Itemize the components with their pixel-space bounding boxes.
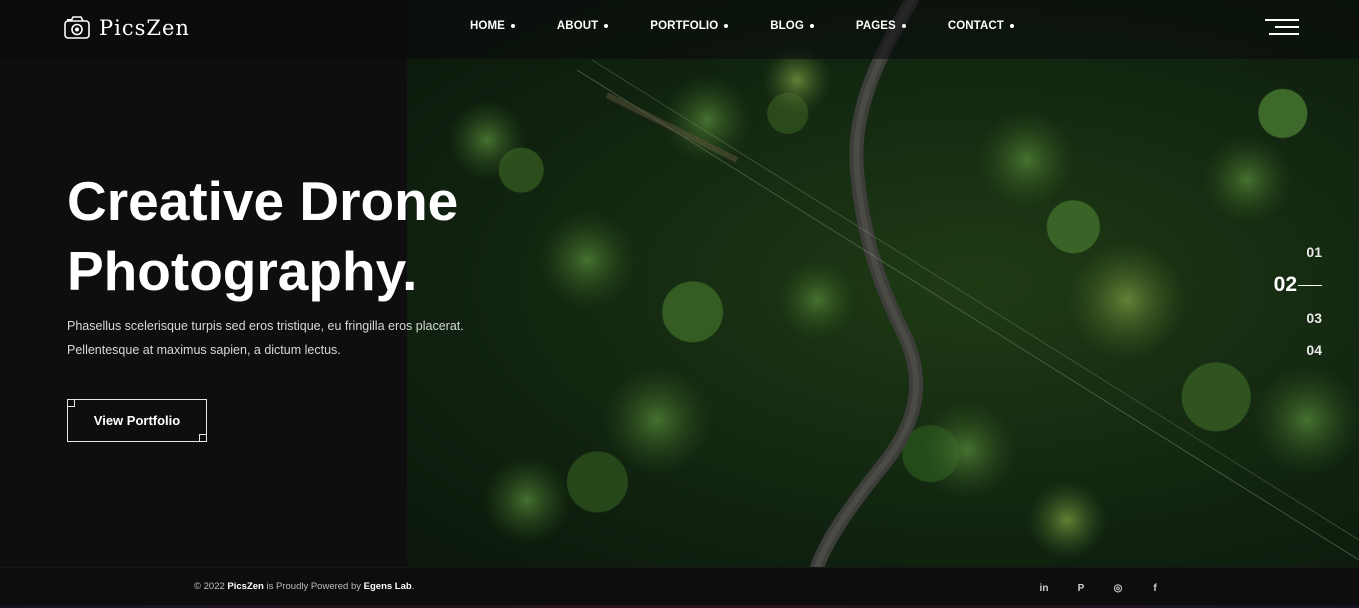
dot-icon — [1009, 24, 1014, 28]
footer: © 2022 PicsZen is Proudly Powered by Ege… — [0, 567, 1359, 608]
hero-description-line-1: Phasellus scelerisque turpis sed eros tr… — [67, 319, 464, 333]
nav-item-label: BLOG — [770, 20, 804, 32]
nav-item-label: HOME — [470, 20, 505, 32]
button-corner-decoration — [199, 434, 207, 442]
linkedin-icon[interactable]: in — [1036, 580, 1052, 596]
nav-item-label: CONTACT — [947, 20, 1004, 32]
pager-item-03[interactable]: 03 — [1306, 310, 1322, 326]
instagram-icon[interactable]: ◎ — [1110, 580, 1126, 596]
page: PicsZen HOME ABOUT PORTFOLIO BLOG PAGES … — [0, 0, 1359, 608]
hamburger-menu-icon[interactable] — [1265, 19, 1299, 37]
nav-item-label: ABOUT — [556, 20, 599, 32]
hero-title-line-1: Creative Drone — [67, 170, 459, 232]
button-corner-decoration — [67, 399, 75, 407]
hero-title-line-2: Photography. — [67, 240, 418, 302]
brand-name: PicsZen — [99, 16, 190, 40]
dot-icon — [724, 24, 729, 28]
hero-description: Phasellus scelerisque turpis sed eros tr… — [67, 314, 487, 362]
facebook-icon[interactable]: f — [1147, 580, 1163, 596]
dot-icon — [901, 24, 906, 28]
pager-item-02-active[interactable]: 02 — [1274, 273, 1322, 297]
nav-item-home[interactable]: HOME — [470, 20, 515, 32]
dot-icon — [604, 24, 609, 28]
nav-item-label: PAGES — [855, 20, 896, 32]
dot-icon — [510, 24, 515, 28]
pager-number: 01 — [1306, 244, 1322, 260]
camera-icon — [64, 16, 90, 39]
nav-item-portfolio[interactable]: PORTFOLIO — [650, 20, 729, 32]
powered-by-link[interactable]: Egens Lab — [364, 581, 412, 592]
copyright-suffix: . — [411, 581, 415, 592]
social-links: in P ◎ f — [1036, 580, 1163, 596]
pager-item-01[interactable]: 01 — [1306, 244, 1322, 260]
nav-item-pages[interactable]: PAGES — [856, 20, 906, 32]
logo-area — [0, 0, 407, 59]
brand-logo[interactable]: PicsZen — [63, 15, 190, 41]
hero-description-line-2: Pellentesque at maximus sapien, a dictum… — [67, 343, 341, 357]
copyright-prefix: © 2022 — [194, 581, 228, 592]
nav-item-label: PORTFOLIO — [650, 20, 719, 32]
copyright-brand-link[interactable]: PicsZen — [227, 581, 263, 592]
hero-title: Creative Drone Photography. — [67, 166, 527, 306]
pinterest-icon[interactable]: P — [1073, 580, 1089, 596]
view-portfolio-label: View Portfolio — [93, 413, 181, 428]
nav-item-contact[interactable]: CONTACT — [948, 20, 1014, 32]
copyright-text: © 2022 PicsZen is Proudly Powered by Ege… — [194, 581, 414, 592]
active-indicator-line — [1298, 284, 1322, 286]
nav-item-blog[interactable]: BLOG — [770, 20, 814, 32]
nav-item-about[interactable]: ABOUT — [556, 20, 609, 32]
pager-number: 02 — [1273, 273, 1297, 296]
pager-number: 03 — [1306, 310, 1322, 326]
dot-icon — [809, 24, 814, 28]
copyright-middle: is Proudly Powered by — [263, 581, 364, 592]
pager-number: 04 — [1306, 342, 1322, 358]
view-portfolio-button[interactable]: View Portfolio — [67, 399, 207, 442]
main-nav: HOME ABOUT PORTFOLIO BLOG PAGES CONTACT — [470, 20, 1014, 32]
hero-background-image — [407, 0, 1359, 567]
pager-item-04[interactable]: 04 — [1306, 342, 1322, 358]
